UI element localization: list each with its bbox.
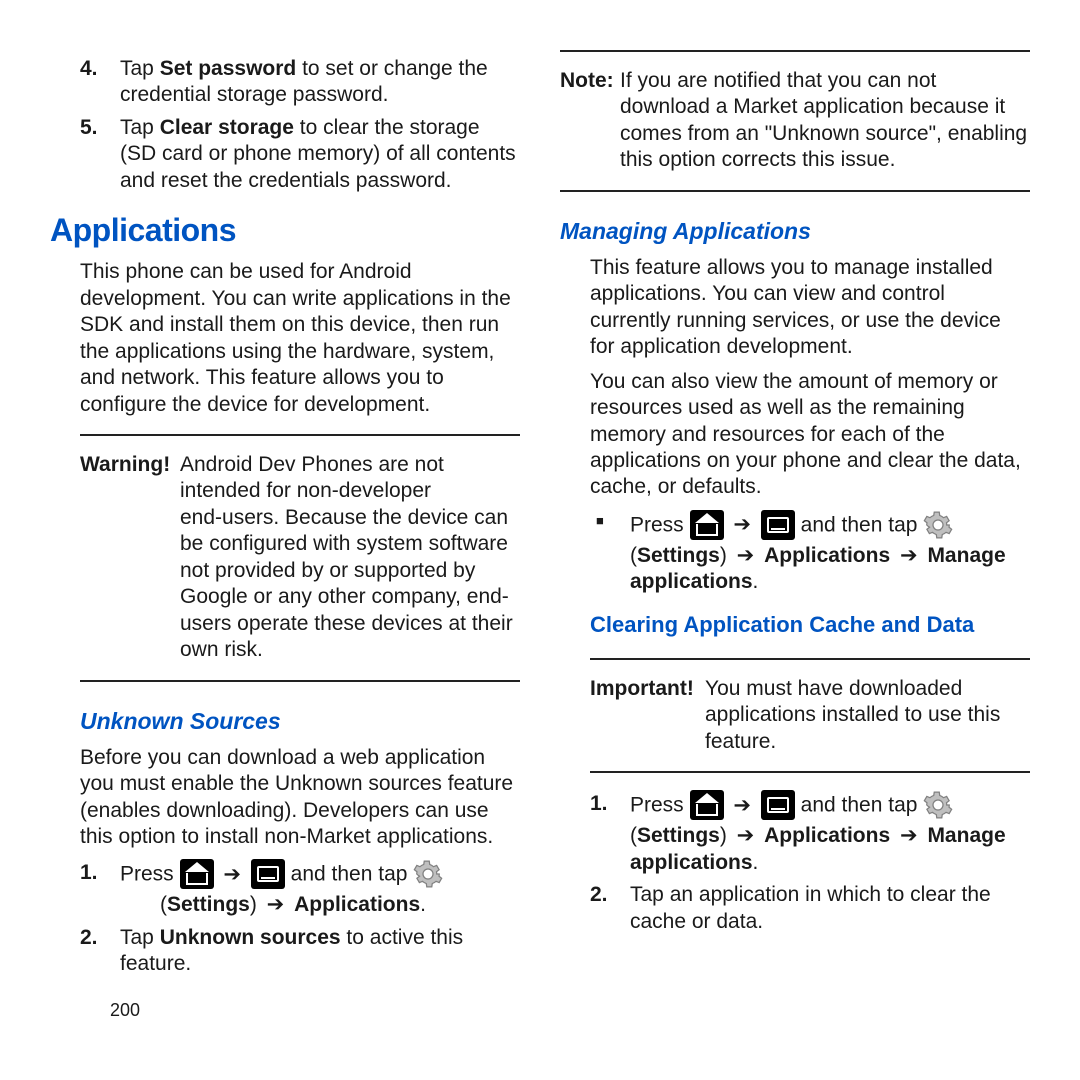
settings-path: (Settings) ➔ Applications. [120, 892, 520, 918]
text: Tap an application in which to clear the… [630, 883, 991, 932]
page-number: 200 [50, 1000, 520, 1021]
divider [80, 680, 520, 682]
arrow-icon: ➔ [733, 513, 751, 536]
text: end-users. Because the device can be con… [180, 506, 513, 661]
list-item: 2. Tap Unknown sources to active this fe… [80, 925, 520, 978]
text: Press [630, 794, 690, 817]
paragraph: This phone can be used for Android devel… [80, 259, 520, 418]
paragraph: You can also view the amount of memory o… [590, 369, 1030, 501]
list-item: 2. Tap an application in which to clear … [590, 882, 1030, 935]
list-marker: 5. [80, 115, 98, 141]
text: ( [630, 824, 637, 847]
menu-icon [251, 859, 285, 889]
text: ) [720, 544, 733, 567]
menu-icon [761, 510, 795, 540]
arrow-icon: ➔ [900, 544, 918, 567]
left-column: 4. Tap Set password to set or change the… [50, 50, 520, 1060]
heading-clearing-cache: Clearing Application Cache and Data [590, 612, 1030, 638]
note-block: Note: If you are notified that you can n… [560, 68, 1030, 174]
clearing-cache-steps: 1. Press ➔ and then tap (Settings) ➔ App… [590, 785, 1030, 941]
arrow-icon: ➔ [733, 794, 751, 817]
heading-applications: Applications [50, 212, 520, 249]
text: Tap [120, 926, 160, 949]
heading-managing-applications: Managing Applications [560, 218, 1030, 245]
divider [560, 190, 1030, 192]
arrow-icon: ➔ [737, 824, 755, 847]
bold: Clear storage [160, 116, 294, 139]
text: Press [120, 863, 180, 886]
text: . [753, 851, 759, 874]
arrow-icon: ➔ [267, 893, 285, 916]
list-marker: 1. [590, 791, 608, 817]
menu-icon [761, 790, 795, 820]
text: ) [720, 824, 733, 847]
text [890, 824, 896, 847]
gear-icon [923, 790, 953, 820]
list-marker: 2. [590, 882, 608, 908]
bold: Settings [167, 893, 250, 916]
list-marker: 2. [80, 925, 98, 951]
list-item: 5. Tap Clear storage to clear the storag… [80, 115, 520, 194]
bold: Applications [764, 824, 890, 847]
bold: Settings [637, 824, 720, 847]
list-item: 1. Press ➔ and then tap (Settings) ➔ App… [590, 791, 1030, 876]
text: If you are notified that you can not dow… [620, 69, 1027, 171]
right-column: Note: If you are notified that you can n… [560, 50, 1030, 1060]
bold: Settings [637, 544, 720, 567]
page: 4. Tap Set password to set or change the… [0, 0, 1080, 1080]
text: and then tap [291, 863, 414, 886]
text: Press [630, 513, 690, 536]
arrow-icon: ➔ [900, 824, 918, 847]
list-item: 4. Tap Set password to set or change the… [80, 56, 520, 109]
bold: Applications [764, 544, 890, 567]
arrow-icon: ➔ [223, 863, 241, 886]
list-marker: 4. [80, 56, 98, 82]
gear-icon [923, 510, 953, 540]
text: You must have downloaded applications in… [705, 677, 1000, 753]
home-icon [180, 859, 214, 889]
text: . [420, 893, 426, 916]
text: Tap [120, 116, 160, 139]
important-label: Important! [590, 676, 705, 702]
settings-path: (Settings) ➔ Applications ➔ Manage appli… [630, 543, 1030, 596]
list-marker: 1. [80, 860, 98, 886]
home-icon [690, 790, 724, 820]
text: Tap [120, 57, 160, 80]
paragraph: This feature allows you to manage instal… [590, 255, 1030, 361]
text: ( [160, 893, 167, 916]
credential-steps-continued: 4. Tap Set password to set or change the… [80, 50, 520, 200]
list-item: Press ➔ and then tap (Settings) ➔ Applic… [590, 511, 1030, 596]
text: and then tap [801, 513, 924, 536]
text: and then tap [801, 794, 924, 817]
heading-unknown-sources: Unknown Sources [80, 708, 520, 735]
gear-icon [413, 859, 443, 889]
important-block: Important! You must have downloaded appl… [590, 676, 1030, 755]
text: ( [630, 544, 637, 567]
divider [590, 658, 1030, 660]
unknown-sources-steps: 1. Press ➔ and then tap (Settings) ➔ App… [80, 854, 520, 983]
divider [590, 771, 1030, 773]
managing-apps-steps: Press ➔ and then tap (Settings) ➔ Applic… [590, 505, 1030, 602]
text: . [753, 570, 759, 593]
divider [560, 50, 1030, 52]
settings-path: (Settings) ➔ Applications ➔ Manage appli… [630, 823, 1030, 876]
list-item: 1. Press ➔ and then tap (Settings) ➔ App… [80, 860, 520, 918]
divider [80, 434, 520, 436]
paragraph: Before you can download a web applicatio… [80, 745, 520, 851]
bold: Set password [160, 57, 297, 80]
bold: Unknown sources [160, 926, 341, 949]
arrow-icon: ➔ [737, 544, 755, 567]
text: ) [250, 893, 263, 916]
warning-label: Warning! [80, 452, 180, 478]
home-icon [690, 510, 724, 540]
warning-block: Warning! Android Dev Phones are not inte… [80, 452, 520, 664]
text: Android Dev Phones are not intended for … [180, 453, 444, 502]
note-label: Note: [560, 68, 620, 94]
bold: Applications [294, 893, 420, 916]
